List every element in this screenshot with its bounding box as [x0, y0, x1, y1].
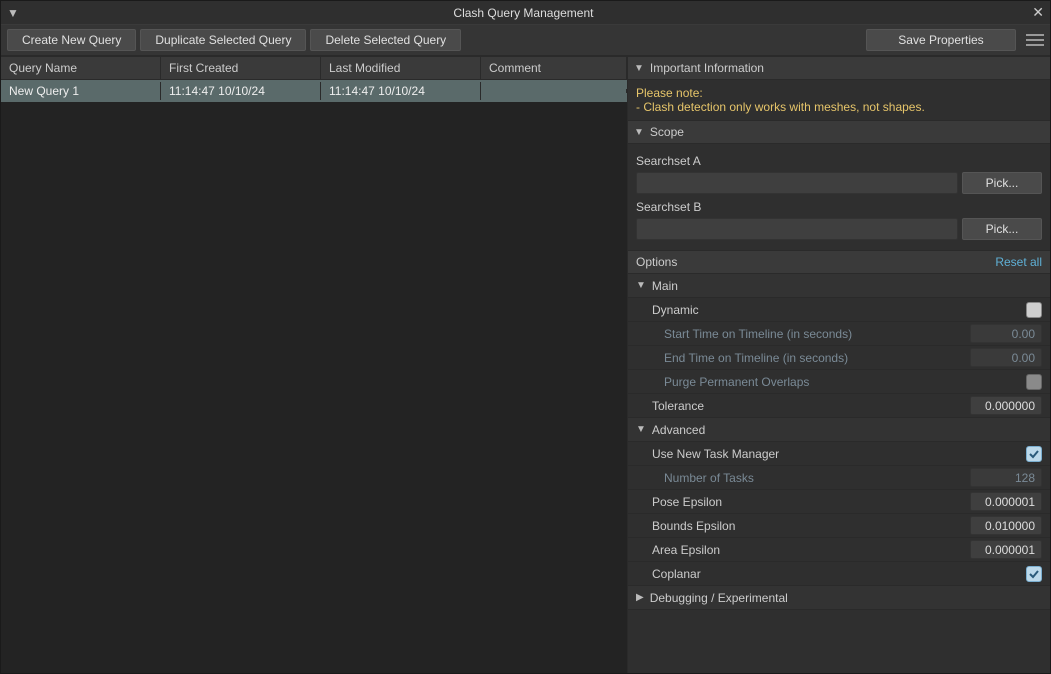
section-title: Debugging / Experimental	[650, 591, 788, 605]
area-eps-label: Area Epsilon	[652, 543, 970, 557]
options-label: Options	[636, 255, 677, 269]
column-header-name[interactable]: Query Name	[1, 57, 161, 79]
window-title: Clash Query Management	[23, 6, 1024, 20]
section-debugging[interactable]: ▶ Debugging / Experimental	[628, 586, 1050, 610]
start-time-label: Start Time on Timeline (in seconds)	[664, 327, 970, 341]
dynamic-label: Dynamic	[652, 303, 1026, 317]
section-important-information[interactable]: ▼ Important Information	[628, 56, 1050, 80]
dynamic-checkbox[interactable]	[1026, 302, 1042, 318]
tolerance-input[interactable]	[970, 396, 1042, 415]
chevron-down-icon: ▼	[634, 63, 644, 74]
section-advanced[interactable]: ▼ Advanced	[628, 418, 1050, 442]
cell-name: New Query 1	[1, 82, 161, 100]
end-time-label: End Time on Timeline (in seconds)	[664, 351, 970, 365]
pick-searchset-b-button[interactable]: Pick...	[962, 218, 1042, 240]
table-row[interactable]: New Query 1 11:14:47 10/10/24 11:14:47 1…	[1, 80, 627, 102]
searchset-b-label: Searchset B	[636, 200, 1042, 214]
cell-created: 11:14:47 10/10/24	[161, 82, 321, 100]
new-task-mgr-label: Use New Task Manager	[652, 447, 1026, 461]
hamburger-menu-icon[interactable]	[1026, 31, 1044, 49]
num-tasks-label: Number of Tasks	[664, 471, 970, 485]
reset-all-link[interactable]: Reset all	[995, 255, 1042, 269]
searchset-a-label: Searchset A	[636, 154, 1042, 168]
column-header-created[interactable]: First Created	[161, 57, 321, 79]
bounds-eps-input[interactable]	[970, 516, 1042, 535]
section-title: Important Information	[650, 61, 764, 75]
section-title: Advanced	[652, 423, 705, 437]
pose-eps-input[interactable]	[970, 492, 1042, 511]
coplanar-label: Coplanar	[652, 567, 1026, 581]
titlebar-collapse-icon[interactable]: ▼	[7, 6, 19, 20]
note-body: - Clash detection only works with meshes…	[636, 100, 1042, 114]
section-title: Scope	[650, 125, 684, 139]
column-header-comment[interactable]: Comment	[481, 57, 627, 79]
section-main[interactable]: ▼ Main	[628, 274, 1050, 298]
new-task-mgr-checkbox[interactable]	[1026, 446, 1042, 462]
cell-modified: 11:14:47 10/10/24	[321, 82, 481, 100]
pose-eps-label: Pose Epsilon	[652, 495, 970, 509]
duplicate-selected-query-button[interactable]: Duplicate Selected Query	[140, 29, 306, 51]
tolerance-label: Tolerance	[652, 399, 970, 413]
chevron-down-icon: ▼	[634, 127, 644, 138]
section-title: Main	[652, 279, 678, 293]
close-icon[interactable]: ✕	[1024, 4, 1044, 21]
purge-label: Purge Permanent Overlaps	[664, 375, 1026, 389]
chevron-down-icon: ▼	[636, 280, 646, 291]
searchset-b-input[interactable]	[636, 218, 958, 240]
num-tasks-input[interactable]	[970, 468, 1042, 487]
coplanar-checkbox[interactable]	[1026, 566, 1042, 582]
area-eps-input[interactable]	[970, 540, 1042, 559]
create-new-query-button[interactable]: Create New Query	[7, 29, 136, 51]
chevron-right-icon: ▶	[636, 592, 644, 603]
searchset-a-input[interactable]	[636, 172, 958, 194]
purge-checkbox[interactable]	[1026, 374, 1042, 390]
pick-searchset-a-button[interactable]: Pick...	[962, 172, 1042, 194]
chevron-down-icon: ▼	[636, 424, 646, 435]
note-title: Please note:	[636, 86, 1042, 100]
section-scope[interactable]: ▼ Scope	[628, 120, 1050, 144]
cell-comment	[481, 89, 627, 93]
bounds-eps-label: Bounds Epsilon	[652, 519, 970, 533]
column-header-modified[interactable]: Last Modified	[321, 57, 481, 79]
end-time-input[interactable]	[970, 348, 1042, 367]
delete-selected-query-button[interactable]: Delete Selected Query	[310, 29, 461, 51]
start-time-input[interactable]	[970, 324, 1042, 343]
save-properties-button[interactable]: Save Properties	[866, 29, 1016, 51]
